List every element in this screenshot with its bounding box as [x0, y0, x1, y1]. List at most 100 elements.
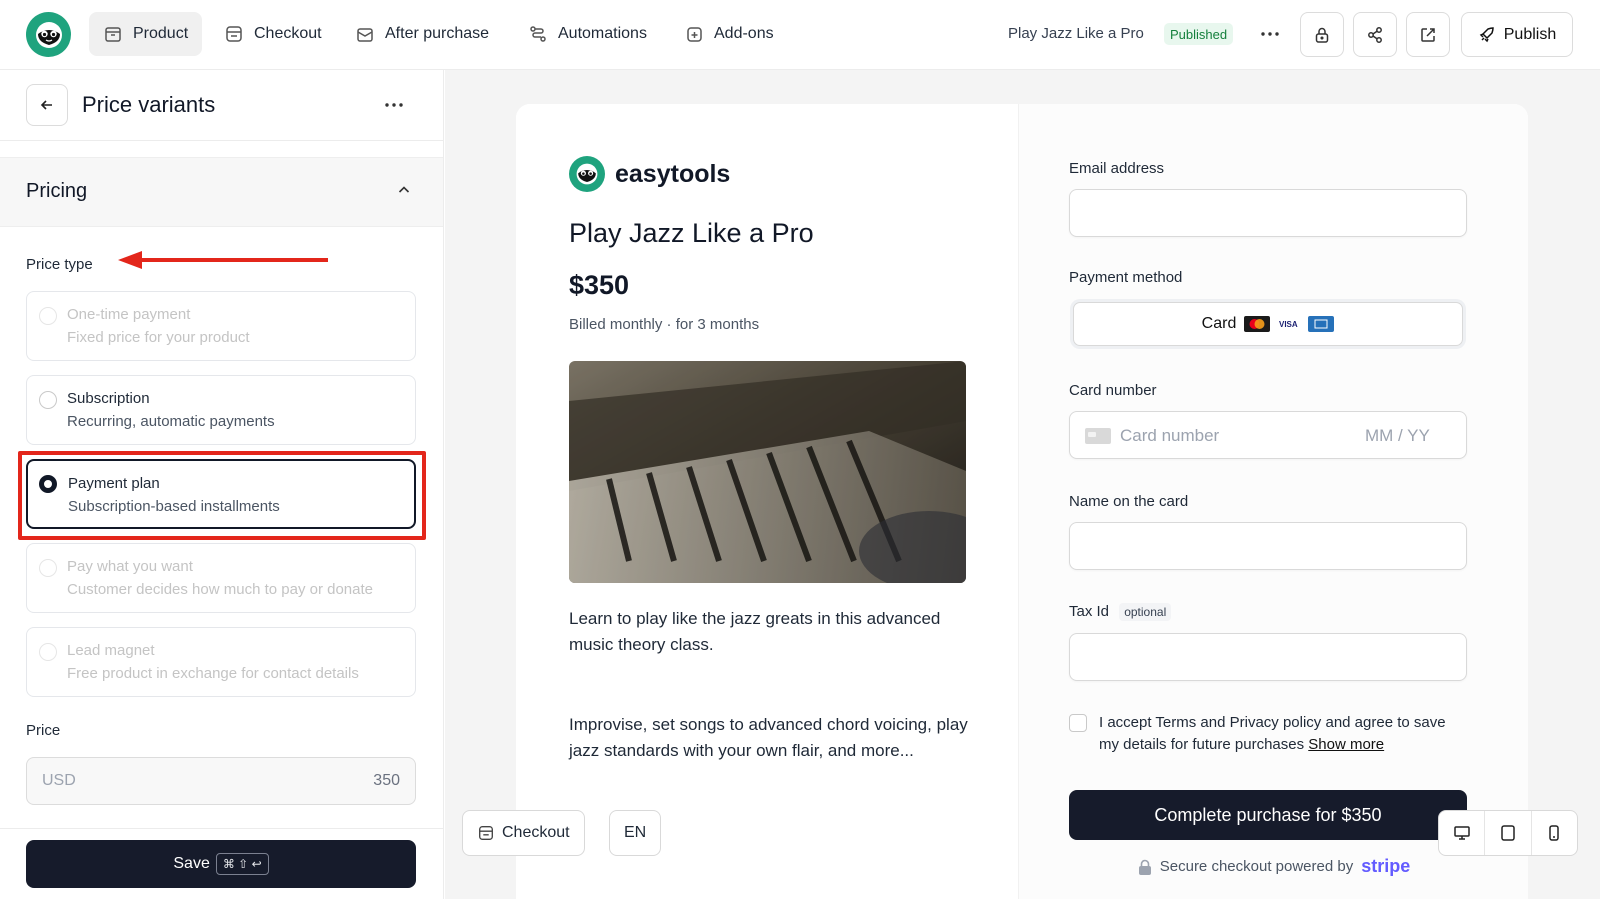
tab-after-purchase[interactable]: After purchase — [341, 12, 503, 56]
checkout-icon — [477, 824, 495, 842]
rocket-icon — [1479, 26, 1494, 42]
expiry-placeholder: MM / YY — [1365, 426, 1430, 445]
checkout-card: easytools Play Jazz Like a Pro $350 Bill… — [516, 104, 1528, 899]
credit-card-icon — [1085, 428, 1111, 444]
app-logo[interactable] — [26, 12, 71, 57]
radio-button — [39, 307, 57, 325]
desktop-icon — [1453, 826, 1470, 840]
currency-label: USD — [42, 772, 76, 789]
accept-terms-checkbox[interactable] — [1069, 714, 1087, 732]
price-option-subscription[interactable]: Subscription Recurring, automatic paymen… — [26, 375, 416, 445]
share-icon — [1368, 26, 1382, 43]
mobile-icon — [1549, 825, 1560, 841]
tax-id-field[interactable] — [1069, 633, 1467, 681]
lock-icon — [1315, 27, 1329, 43]
language-button[interactable]: EN — [609, 810, 662, 856]
arrow-left-icon — [40, 100, 52, 110]
plus-square-icon — [684, 24, 704, 44]
keyboard-shortcut: ⌘ ⇧ ↩ — [215, 853, 269, 875]
option-title: Pay what you want — [67, 558, 193, 575]
tab-add-ons[interactable]: Add-ons — [670, 12, 788, 56]
tablet-view-button[interactable] — [1485, 811, 1532, 855]
annotation-arrow-icon — [116, 250, 330, 270]
accept-terms-text: I accept Terms and Privacy policy and ag… — [1099, 712, 1469, 756]
radio-button — [39, 559, 57, 577]
payment-method-value: Card — [1201, 315, 1237, 332]
checkout-view-button[interactable]: Checkout — [462, 810, 585, 856]
product-summary: easytools Play Jazz Like a Pro $350 Bill… — [516, 104, 1018, 899]
mail-icon — [355, 24, 375, 44]
device-switcher — [1438, 810, 1578, 856]
card-number-field[interactable]: Card number MM / YY — [1069, 411, 1467, 459]
divider — [0, 828, 443, 829]
tax-id-label: Tax Id optional — [1069, 603, 1172, 621]
publish-button[interactable]: Publish — [1461, 12, 1573, 57]
tab-label: Product — [133, 25, 189, 42]
radio-button — [39, 643, 57, 661]
automation-icon — [528, 24, 548, 44]
price-label: Price — [26, 722, 61, 739]
product-description: Improvise, set songs to advanced chord v… — [569, 715, 968, 760]
chevron-up-icon — [396, 182, 412, 198]
visa-icon: VISA — [1278, 316, 1300, 332]
option-title: Subscription — [67, 390, 150, 407]
back-button[interactable] — [26, 84, 68, 126]
product-title: Play Jazz Like a Pro — [569, 218, 814, 248]
tab-label: Add-ons — [714, 25, 774, 42]
checkout-icon — [224, 24, 244, 44]
tab-checkout[interactable]: Checkout — [210, 12, 336, 56]
option-title: Lead magnet — [67, 642, 155, 659]
payment-method-card[interactable]: Card VISA — [1073, 302, 1463, 346]
publish-label: Publish — [1503, 25, 1557, 43]
panel-title: Price variants — [82, 92, 216, 117]
radio-button[interactable] — [39, 391, 57, 409]
price-option-pay-what-you-want: Pay what you want Customer decides how m… — [26, 543, 416, 613]
show-more-link[interactable]: Show more — [1308, 736, 1384, 753]
more-options-button[interactable] — [1258, 22, 1282, 46]
desktop-view-button[interactable] — [1439, 811, 1486, 855]
email-label: Email address — [1069, 160, 1165, 177]
pricing-section-header[interactable]: Pricing — [0, 157, 443, 227]
option-subtitle: Recurring, automatic payments — [67, 413, 275, 430]
email-field[interactable] — [1069, 189, 1467, 237]
sloth-logo-icon — [35, 21, 62, 48]
card-number-label: Card number — [1069, 382, 1157, 399]
product-price: $350 — [569, 270, 630, 300]
option-title: One-time payment — [67, 306, 191, 323]
tab-automations[interactable]: Automations — [514, 12, 661, 56]
option-subtitle: Fixed price for your product — [67, 329, 250, 346]
mobile-view-button[interactable] — [1532, 811, 1577, 855]
section-title: Pricing — [26, 180, 88, 202]
optional-badge: optional — [1119, 603, 1172, 621]
top-navbar: Product Checkout After purchase Automati… — [0, 0, 1600, 70]
save-button[interactable]: Save ⌘ ⇧ ↩ — [26, 840, 416, 888]
open-external-button[interactable] — [1406, 12, 1450, 57]
language-label: EN — [624, 824, 647, 841]
panel-more-button[interactable] — [382, 93, 406, 117]
tab-label: Checkout — [254, 25, 322, 42]
billing-info: Billed monthly · for 3 months — [569, 316, 760, 333]
card-number-placeholder: Card number — [1120, 426, 1220, 445]
checkout-view-label: Checkout — [502, 824, 570, 841]
save-label: Save — [173, 855, 210, 872]
brand-logo-icon — [569, 156, 605, 192]
divider — [0, 140, 443, 141]
tablet-icon — [1501, 825, 1515, 841]
share-button[interactable] — [1353, 12, 1397, 57]
product-description: Learn to play like the jazz greats in th… — [569, 609, 941, 654]
box-icon — [103, 24, 123, 44]
secure-checkout-note: Secure checkout powered by stripe — [1019, 856, 1528, 877]
external-link-icon — [1421, 27, 1435, 42]
complete-purchase-button[interactable]: Complete purchase for $350 — [1069, 790, 1467, 840]
tab-label: Automations — [558, 25, 647, 42]
checkout-preview: easytools Play Jazz Like a Pro $350 Bill… — [445, 70, 1600, 899]
amex-icon — [1308, 316, 1335, 332]
tab-product[interactable]: Product — [89, 12, 203, 56]
product-title: Play Jazz Like a Pro — [1008, 25, 1144, 42]
lock-button[interactable] — [1300, 12, 1344, 57]
price-option-one-time: One-time payment Fixed price for your pr… — [26, 291, 416, 361]
name-on-card-field[interactable] — [1069, 522, 1467, 570]
name-on-card-label: Name on the card — [1069, 493, 1189, 510]
tax-id-text: Tax Id — [1069, 603, 1110, 620]
price-input[interactable]: USD 350 — [26, 757, 416, 805]
